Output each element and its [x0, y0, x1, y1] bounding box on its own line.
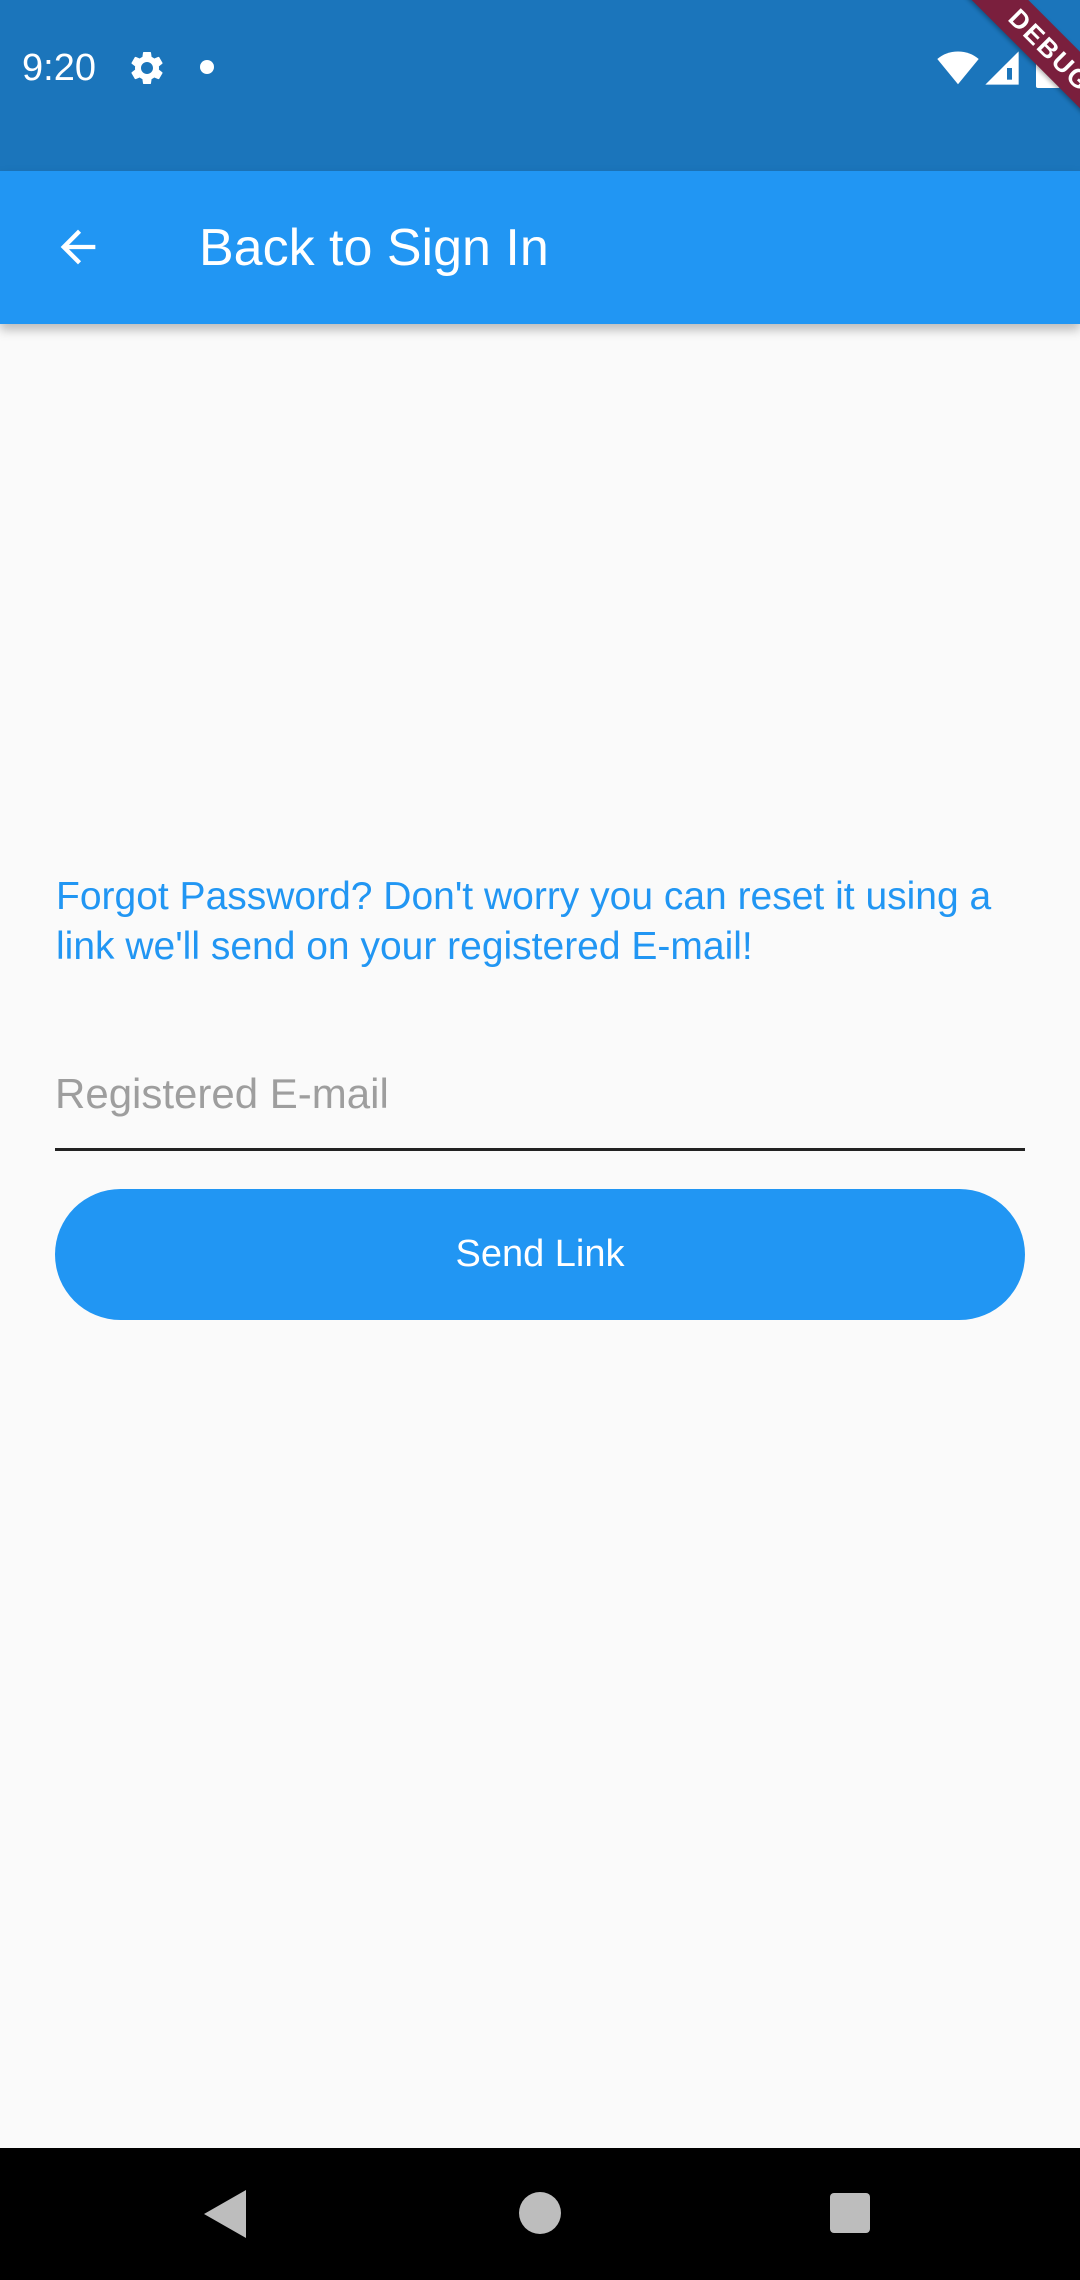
send-link-label: Send Link	[455, 1233, 625, 1275]
email-field[interactable]	[55, 1040, 1025, 1151]
status-time: 9:20	[22, 47, 96, 89]
arrow-back-icon	[60, 229, 96, 265]
back-button[interactable]	[38, 207, 118, 287]
battery-icon	[1036, 44, 1060, 88]
nav-recents-icon[interactable]	[830, 2193, 870, 2233]
info-text: Forgot Password? Don't worry you can res…	[56, 875, 992, 968]
wifi-icon	[937, 51, 979, 85]
signal-icon	[985, 51, 1019, 85]
send-link-button[interactable]: Send Link	[55, 1189, 1025, 1320]
status-bar: 9:20	[0, 0, 1080, 171]
gear-icon	[131, 52, 163, 84]
notification-dot-icon	[200, 60, 214, 74]
forgot-password-screen: 9:20 DEBUG Back to Sign In Forgot Passwo…	[0, 0, 1080, 2280]
nav-home-icon[interactable]	[519, 2192, 561, 2234]
nav-back-icon[interactable]	[202, 2188, 248, 2240]
app-bar: Back to Sign In	[0, 171, 1080, 324]
page-title: Back to Sign In	[199, 219, 549, 277]
system-nav-bar	[0, 2148, 1080, 2280]
